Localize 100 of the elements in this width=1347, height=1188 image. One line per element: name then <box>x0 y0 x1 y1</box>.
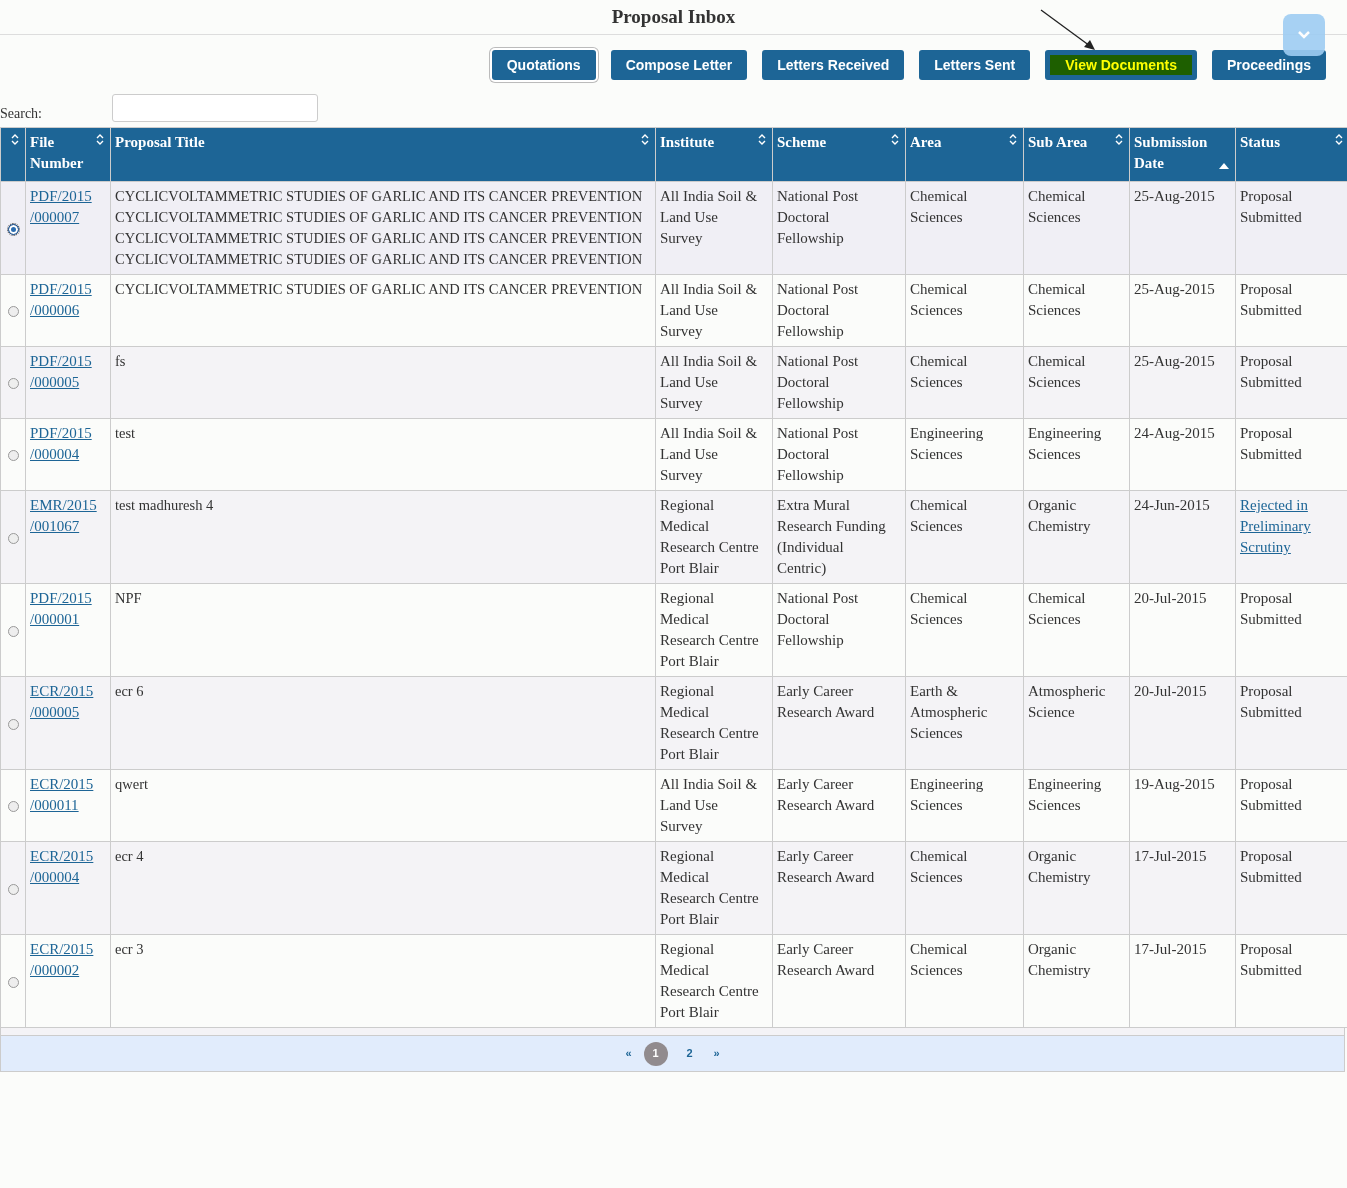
table-row[interactable]: ECR/2015 /000004 ecr 4 Regional Medical Research Centre Port Blair Early Career Research Award Chemical Sciences Organic Chemistry 17-Jul-2015 Proposal Submitted <box>0 841 1347 935</box>
table-cell: Proposal Submitted <box>1240 941 1302 978</box>
nav-button[interactable]: Compose Letter <box>610 50 748 80</box>
table-cell-text: Early Career Research Award <box>777 940 876 980</box>
page-link[interactable]: 1 <box>643 1041 668 1066</box>
table-cell-text: Chemical Sciences <box>910 589 969 629</box>
row-radio[interactable] <box>7 450 19 462</box>
table-row[interactable] <box>0 181 1347 275</box>
sort-icon[interactable] <box>1115 134 1123 145</box>
table-cell: Proposal Submitted <box>1240 848 1302 885</box>
table-cell: Proposal Submitted <box>1240 776 1302 813</box>
sort-icon[interactable] <box>11 134 19 145</box>
sort-icon[interactable] <box>891 134 899 145</box>
table-cell-text: National Post Doctoral Fellowship <box>777 280 860 341</box>
table-cell-text: Regional Medical Research Centre Port Blair <box>660 940 760 1022</box>
table-cell-text: Regional Medical Research Centre Port Blair <box>660 496 760 578</box>
table-row[interactable]: ECR/2015 /000005 ecr 6 Regional Medical Research Centre Port Blair Early Career Research Award Earth & Atmospheric Sciences Atmospheric Science 20-Jul-2015 Proposal Submitted <box>0 676 1347 770</box>
previous-page-link[interactable]: « <box>623 1045 634 1062</box>
column-label: Area <box>910 134 943 150</box>
table-cell: Proposal Submitted <box>1240 188 1302 225</box>
row-radio[interactable] <box>7 718 19 730</box>
table-cell-text: All India Soil & Land Use Survey <box>660 187 759 248</box>
column-label: Scheme <box>777 134 828 150</box>
row-radio[interactable] <box>7 532 19 544</box>
table-cell-text: Earth & Atmospheric Sciences <box>910 682 989 743</box>
table-cell-text: ecr 3 <box>115 940 145 959</box>
table-cell-text: 17-Jul-2015 <box>1134 847 1208 866</box>
table-cell-text: Early Career Research Award <box>777 775 876 815</box>
table-cell-text: Chemical Sciences <box>910 352 969 392</box>
nav-button[interactable]: View Documents <box>1045 50 1197 80</box>
row-radio[interactable] <box>7 883 19 895</box>
table-cell-text: All India Soil & Land Use Survey <box>660 775 759 836</box>
table-cell-text: All India Soil & Land Use Survey <box>660 424 759 485</box>
table-cell-text: National Post Doctoral Fellowship <box>777 589 860 650</box>
table-cell-text: Chemical Sciences <box>910 496 969 536</box>
sort-icon[interactable] <box>641 134 649 145</box>
table-cell-text: Chemical Sciences <box>1028 280 1087 320</box>
nav-button[interactable]: Proceedings <box>1211 50 1326 80</box>
table-cell-text: Engineering Sciences <box>910 424 985 464</box>
row-radio[interactable] <box>7 801 19 813</box>
search-field[interactable] <box>112 94 318 122</box>
table-row[interactable]: PDF/2015 /000001 NPF Regional Medical Research Centre Port Blair National Post Doctoral Fellowship Chemical Sciences Chemical Sciences 20-Jul-2015 Proposal Submitted <box>0 583 1347 677</box>
table-row[interactable] <box>0 274 1347 347</box>
table-cell-text: Organic Chemistry <box>1028 940 1092 980</box>
table-cell: Proposal Submitted <box>1240 683 1302 720</box>
table-cell-text: Regional Medical Research Centre Port Blair <box>660 682 760 764</box>
table-cell-text: 25-Aug-2015 <box>1134 187 1216 206</box>
search-label: Search: <box>0 104 43 123</box>
table-row[interactable]: ECR/2015 /000002 ecr 3 Regional Medical Research Centre Port Blair Early Career Research Award Chemical Sciences Organic Chemistry 17-Jul-2015 Proposal Submitted <box>0 934 1347 1028</box>
table-row[interactable]: PDF/2015 /000004 test All India Soil & Land Use Survey National Post Doctoral Fellowship Engineering Sciences Engineering Sciences 24-Aug-2015 Proposal Submitted <box>0 418 1347 491</box>
table-cell-text: Extra Mural Research Funding (Individual Centric) <box>777 496 887 578</box>
page-title: Proposal Inbox <box>611 4 736 29</box>
table-cell-text: Early Career Research Award <box>777 682 876 722</box>
nav-button[interactable]: Letters Sent <box>919 50 1031 80</box>
table-row[interactable] <box>0 490 1347 584</box>
table-cell: Proposal Submitted <box>1240 353 1302 390</box>
row-radio[interactable] <box>7 223 19 235</box>
table-cell-text: National Post Doctoral Fellowship <box>777 187 860 248</box>
table-cell-text: All India Soil & Land Use Survey <box>660 352 759 413</box>
table-row[interactable]: PDF/2015 /000005 fs All India Soil & Land Use Survey National Post Doctoral Fellowship Chemical Sciences Chemical Sciences 25-Aug-2015 Proposal Submitted <box>0 346 1347 419</box>
sort-icon[interactable] <box>96 134 104 145</box>
sort-icon[interactable] <box>758 134 766 145</box>
table-cell-text: Engineering Sciences <box>1028 775 1103 815</box>
table-cell-text: Chemical Sciences <box>1028 589 1087 629</box>
table-row[interactable]: ECR/2015 /000011 qwert All India Soil & Land Use Survey Early Career Research Award Engineering Sciences Engineering Sciences 19-Aug-2015 Proposal Submitted <box>0 769 1347 842</box>
table-cell-text: National Post Doctoral Fellowship <box>777 352 860 413</box>
table-cell-text: All India Soil & Land Use Survey <box>660 280 759 341</box>
table-cell-text: ecr 6 <box>115 682 145 701</box>
table-cell-text: Chemical Sciences <box>910 187 969 227</box>
column-label: Institute <box>660 134 716 150</box>
table-cell-text: Chemical Sciences <box>1028 187 1087 227</box>
page-link[interactable]: 2 <box>677 1041 702 1066</box>
table-cell-text: Early Career Research Award <box>777 847 876 887</box>
sort-icon[interactable] <box>1335 134 1343 145</box>
column-label: File Number <box>30 134 85 171</box>
table-cell-text: 20-Jul-2015 <box>1134 589 1208 608</box>
nav-button[interactable]: Quotations <box>491 50 596 80</box>
nav-button[interactable]: Letters Received <box>762 50 905 80</box>
sort-ascending-icon[interactable] <box>1219 163 1229 169</box>
table-cell: Proposal Submitted <box>1240 281 1302 318</box>
table-cell-text: 24-Aug-2015 <box>1134 424 1216 443</box>
table-cell: Proposal Submitted <box>1240 425 1302 462</box>
table-cell-text: Regional Medical Research Centre Port Blair <box>660 589 760 671</box>
row-radio[interactable] <box>7 378 19 390</box>
row-radio[interactable] <box>7 976 19 988</box>
table-cell-text: qwert <box>115 775 149 794</box>
table-cell-text: CYCLICVOLTAMMETRIC STUDIES OF GARLIC AND ITS CANCER PREVENTION <box>115 280 644 299</box>
table-cell-text: 25-Aug-2015 <box>1134 352 1216 371</box>
sort-icon[interactable] <box>1009 134 1017 145</box>
table-cell-text: CYCLICVOLTAMMETRIC STUDIES OF GARLIC AND ITS CANCER PREVENTION CYCLICVOLTAMMETRIC STUDIES OF GARLIC AND ITS CANCER PREVENTION CYCLICVOLTAMMETRIC STUDIES OF GARLIC AND ITS CANCER PREVENTION CYCLICVOLTAMMETRIC STUDIES OF GARLIC AND ITS CANCER PREVENTION <box>115 187 644 269</box>
table-cell-text: 25-Aug-2015 <box>1134 280 1216 299</box>
row-radio[interactable] <box>7 625 19 637</box>
table-cell-text: Regional Medical Research Centre Port Blair <box>660 847 760 929</box>
table-cell-text: Chemical Sciences <box>910 280 969 320</box>
table-cell-text: fs <box>115 352 127 371</box>
column-label: Proposal Title <box>115 134 206 150</box>
next-page-link[interactable]: » <box>711 1045 722 1062</box>
table-cell-text: National Post Doctoral Fellowship <box>777 424 860 485</box>
row-radio[interactable] <box>7 306 19 318</box>
table-cell-text: Chemical Sciences <box>910 940 969 980</box>
